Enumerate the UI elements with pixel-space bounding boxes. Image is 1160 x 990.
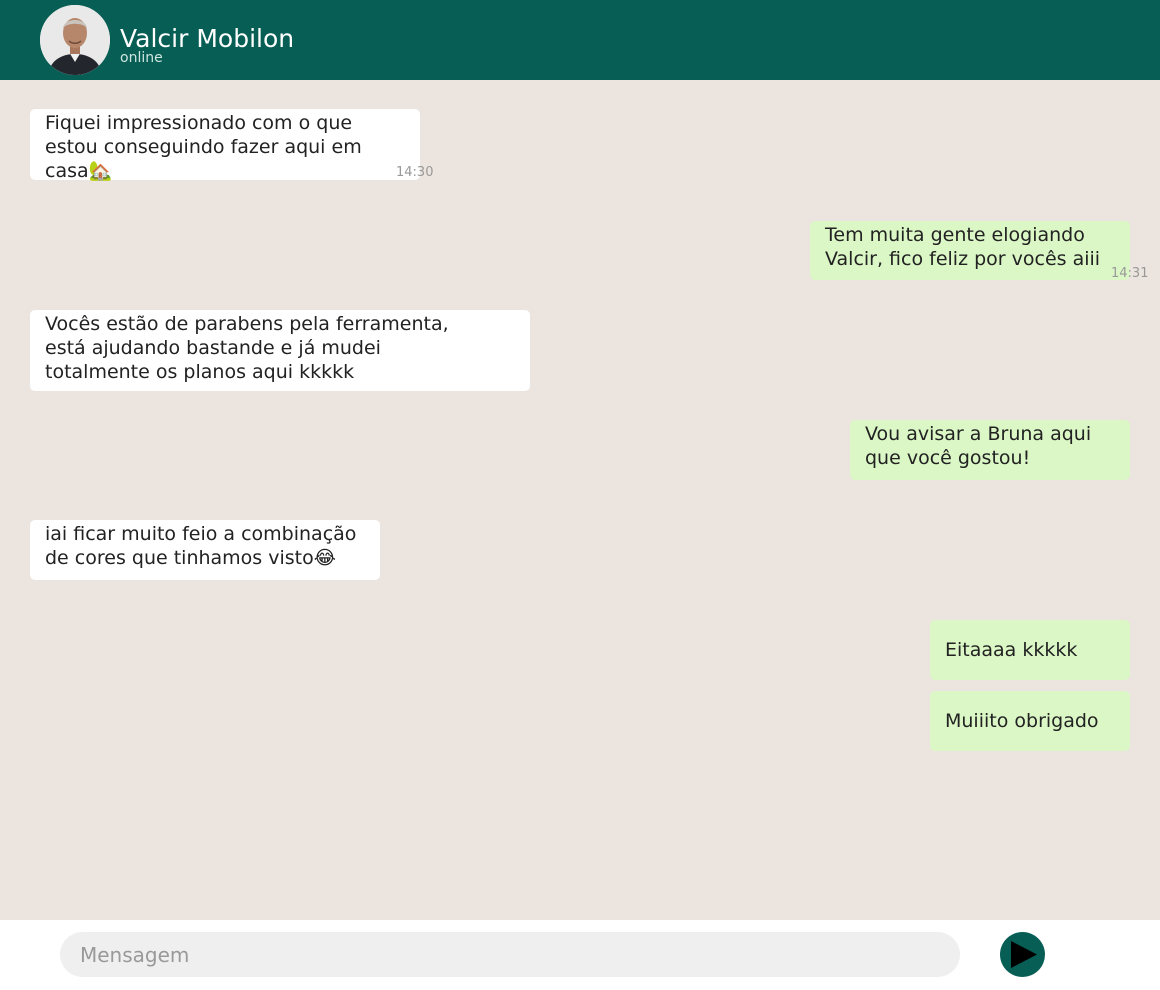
- message-text-line: Fiquei impressionado com o que: [45, 112, 353, 134]
- message-timestamp: 14:31: [1111, 266, 1149, 281]
- contact-status: online: [120, 50, 163, 66]
- message-outgoing[interactable]: Vou avisar a Bruna aqui que você gostou!: [850, 420, 1130, 480]
- message-text-line: estou conseguindo fazer aqui em: [45, 136, 362, 158]
- message-text-line: Vou avisar a Bruna aqui: [865, 423, 1092, 445]
- message-incoming[interactable]: Fiquei impressionado com o que estou con…: [30, 109, 433, 182]
- chat-area[interactable]: Fiquei impressionado com o que estou con…: [0, 80, 1160, 920]
- message-input[interactable]: [60, 932, 960, 977]
- message-text-line: Muiiito obrigado: [945, 710, 1099, 732]
- message-text-line: de cores que tinhamos visto😂: [45, 547, 336, 569]
- contact-photo-icon: [40, 5, 110, 75]
- send-button[interactable]: [1000, 932, 1045, 977]
- message-text-line: que você gostou!: [865, 447, 1031, 469]
- message-text-line: Vocês estão de parabens pela ferramenta,: [45, 313, 449, 335]
- message-outgoing[interactable]: Muiiito obrigado: [930, 691, 1130, 751]
- message-text-line: Tem muita gente elogiando: [825, 224, 1085, 246]
- message-text-line: totalmente os planos aqui kkkkk: [45, 361, 355, 383]
- message-composer: [0, 920, 1160, 990]
- message-text-line: iai ficar muito feio a combinação: [45, 523, 357, 545]
- message-text-line: Eitaaaa kkkkk: [945, 639, 1078, 661]
- message-timestamp: 14:30: [396, 165, 434, 180]
- message-outgoing[interactable]: Tem muita gente elogiando Valcir, fico f…: [810, 221, 1148, 281]
- message-incoming[interactable]: iai ficar muito feio a combinação de cor…: [30, 520, 380, 580]
- message-text-line: casa🏡: [45, 160, 113, 182]
- message-text-line: está ajudando bastande e já mudei: [45, 337, 381, 359]
- message-incoming[interactable]: Vocês estão de parabens pela ferramenta,…: [30, 310, 530, 391]
- message-outgoing[interactable]: Eitaaaa kkkkk: [930, 620, 1130, 680]
- send-icon: [1011, 941, 1037, 968]
- contact-avatar[interactable]: [40, 5, 110, 75]
- chat-header: Valcir Mobilon online: [0, 0, 1160, 80]
- message-text-line: Valcir, fico feliz por vocês aiii: [825, 248, 1101, 270]
